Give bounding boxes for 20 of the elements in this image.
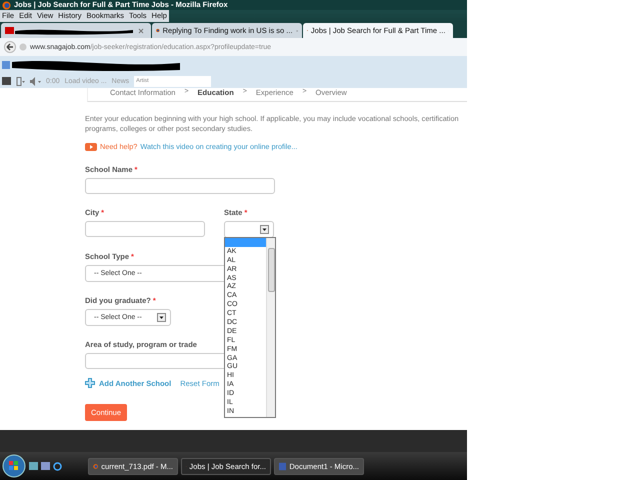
select-field[interactable]: [224, 221, 274, 238]
document-app-icon: [279, 462, 286, 470]
text-field[interactable]: [85, 178, 275, 194]
redaction-mark-icon: [2, 58, 182, 72]
start-button-icon[interactable]: [2, 454, 26, 478]
back-arrow-icon[interactable]: [4, 41, 16, 53]
plus-icon: [85, 378, 95, 388]
browser-tab[interactable]: [1, 23, 151, 38]
dropdown-caret-icon[interactable]: [157, 313, 166, 322]
globe-icon: [19, 43, 27, 51]
media-logo-icon: [2, 77, 11, 85]
volume-icon[interactable]: [30, 76, 41, 86]
redaction-mark-icon: [5, 26, 135, 35]
scrollbar[interactable]: [266, 238, 275, 417]
dropdown-caret-icon[interactable]: [260, 225, 269, 234]
device-icon[interactable]: [16, 76, 25, 86]
text-field[interactable]: [85, 221, 205, 237]
window-switch-icon[interactable]: [41, 462, 50, 470]
play-icon: [85, 142, 97, 150]
browser-e-icon[interactable]: [53, 462, 62, 470]
